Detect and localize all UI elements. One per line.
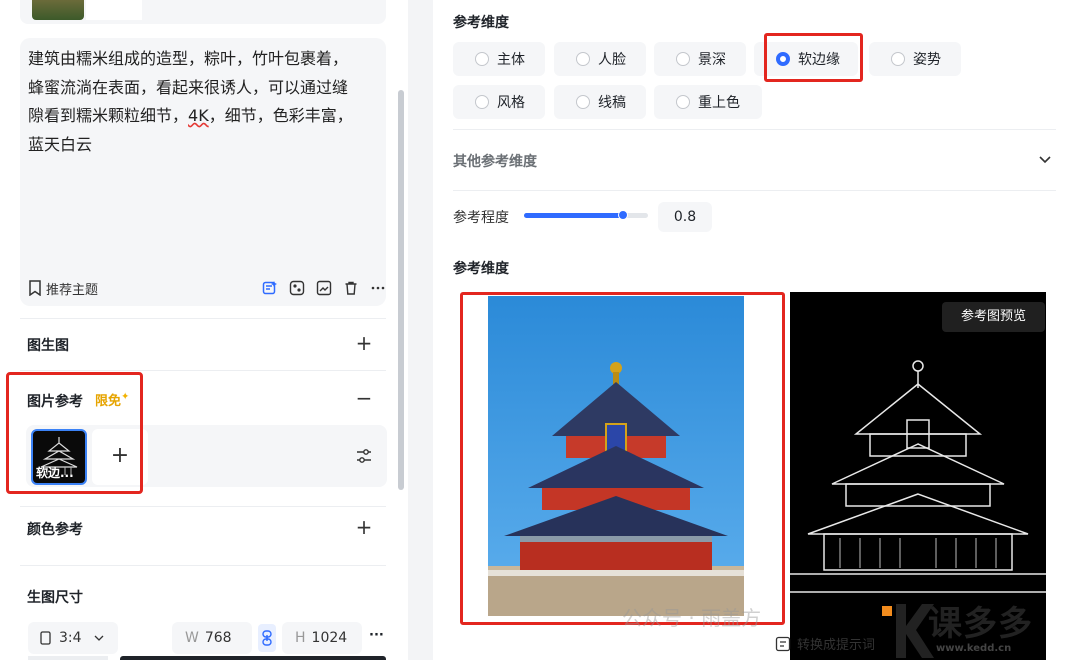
dimension-option-label: 风格	[497, 95, 525, 111]
strength-slider-handle[interactable]	[618, 210, 628, 220]
dimension-option-6[interactable]: 线稿	[554, 85, 646, 119]
dimension-option-1[interactable]: 人脸	[554, 42, 646, 76]
convert-to-prompt-button[interactable]: 转换成提示词	[775, 634, 875, 653]
img2img-title: 图生图	[27, 338, 69, 354]
dimension-option-label: 人脸	[598, 52, 626, 68]
dimension-option-label: 线稿	[598, 95, 626, 111]
height-input[interactable]: H 1024	[282, 622, 362, 654]
width-input[interactable]: W 768	[172, 622, 252, 654]
bottom-strip	[28, 656, 108, 660]
dimension-option-0[interactable]: 主体	[453, 42, 545, 76]
height-label: H	[295, 630, 306, 646]
convert-icon	[775, 636, 791, 651]
chevron-down-icon	[94, 635, 103, 641]
color-ref-title: 颜色参考	[27, 522, 83, 538]
divider	[20, 318, 386, 319]
dimension-option-label: 主体	[497, 52, 525, 68]
size-more-icon[interactable]: ···	[369, 628, 384, 643]
radio-unchecked-icon[interactable]	[676, 95, 690, 109]
app-root: 建筑由糯米组成的造型，粽叶，竹叶包裹着， 蜂蜜流淌在表面，看起来很诱人，可以通过…	[0, 0, 1077, 660]
dimension-option-4[interactable]: 姿势	[869, 42, 961, 76]
brand-logo-url: www.kedd.cn	[936, 643, 1012, 654]
color-ref-add-icon[interactable]: +	[355, 517, 373, 537]
trash-icon[interactable]	[343, 280, 359, 296]
brand-logo-text: 课多多	[928, 604, 1033, 644]
highlight-frame	[6, 372, 143, 494]
adjust-settings-icon[interactable]	[355, 447, 373, 469]
strength-slider-fill	[524, 213, 623, 218]
divider	[20, 565, 386, 566]
portrait-icon	[40, 631, 51, 645]
prompt-line: 隙看到糯米颗粒细节，4K，细节，色彩丰富，	[28, 102, 384, 131]
radio-unchecked-icon[interactable]	[576, 95, 590, 109]
left-panel: 建筑由糯米组成的造型，粽叶，竹叶包裹着， 蜂蜜流淌在表面，看起来很诱人，可以通过…	[0, 0, 408, 660]
dimension-option-label: 姿势	[913, 52, 941, 68]
dimension-option-2[interactable]: 景深	[654, 42, 746, 76]
prompt-misspelled-fragment: 4K	[188, 106, 209, 125]
recommend-theme-label: 推荐主题	[46, 282, 99, 298]
preview-badge: 参考图预览	[942, 302, 1045, 332]
dimension-option-label: 重上色	[698, 95, 740, 111]
gen-size-title: 生图尺寸	[27, 590, 83, 606]
watermark-text: 公众号 · 雨盖方	[622, 606, 762, 630]
highlight-frame	[764, 33, 863, 82]
prompt-fragment: ，细节，色彩丰富，	[208, 106, 353, 125]
radio-unchecked-icon[interactable]	[891, 52, 905, 66]
dimension-option-label: 景深	[698, 52, 726, 68]
lock-ratio-icon[interactable]	[258, 624, 276, 652]
divider	[453, 190, 1056, 191]
img2img-add-icon[interactable]: +	[355, 333, 373, 353]
history-thumbnail[interactable]	[32, 0, 84, 20]
radio-unchecked-icon[interactable]	[475, 95, 489, 109]
radio-unchecked-icon[interactable]	[576, 52, 590, 66]
recommend-theme-button[interactable]: 推荐主题	[28, 279, 98, 298]
aspect-ratio-value: 3:4	[59, 630, 82, 646]
history-thumbnail-empty	[86, 0, 142, 20]
more-icon[interactable]	[370, 280, 386, 296]
width-label: W	[185, 630, 199, 646]
dimension-title: 参考维度	[453, 15, 509, 31]
prompt-fragment: 隙看到糯米颗粒细节，	[28, 106, 189, 125]
prompt-text[interactable]: 建筑由糯米组成的造型，粽叶，竹叶包裹着， 蜂蜜流淌在表面，看起来很诱人，可以通过…	[28, 45, 384, 159]
chevron-down-icon[interactable]	[1038, 150, 1052, 174]
generate-button[interactable]	[120, 656, 386, 660]
height-value: 1024	[311, 630, 348, 646]
prompt-line: 蓝天白云	[28, 134, 93, 154]
image-prompt-icon[interactable]	[316, 280, 332, 296]
ai-edit-icon[interactable]	[262, 280, 278, 296]
prompt-line: 建筑由糯米组成的造型，粽叶，竹叶包裹着，	[28, 49, 349, 68]
prompt-toolbar: 推荐主题	[28, 278, 386, 298]
other-dimensions-toggle[interactable]: 其他参考维度	[453, 151, 537, 171]
divider	[453, 129, 1056, 130]
radio-unchecked-icon[interactable]	[475, 52, 489, 66]
strength-label: 参考程度	[453, 210, 509, 226]
divider	[20, 370, 386, 371]
dimension-option-7[interactable]: 重上色	[654, 85, 762, 119]
highlight-frame	[460, 292, 785, 625]
prompt-line: 蜂蜜流淌在表面，看起来很诱人，可以通过缝	[28, 77, 349, 97]
divider	[20, 506, 386, 507]
strength-value-input[interactable]: 0.8	[658, 202, 712, 232]
dimension-option-5[interactable]: 风格	[453, 85, 545, 119]
bookmark-icon	[29, 280, 41, 296]
shuffle-icon[interactable]	[289, 280, 305, 296]
convert-label: 转换成提示词	[797, 638, 876, 653]
left-scrollbar[interactable]	[398, 90, 404, 490]
radio-unchecked-icon[interactable]	[676, 52, 690, 66]
aspect-ratio-select[interactable]: 3:4	[28, 622, 118, 654]
preview-title: 参考维度	[453, 261, 509, 277]
width-value: 768	[204, 630, 232, 646]
image-ref-collapse-icon[interactable]: −	[355, 388, 373, 408]
